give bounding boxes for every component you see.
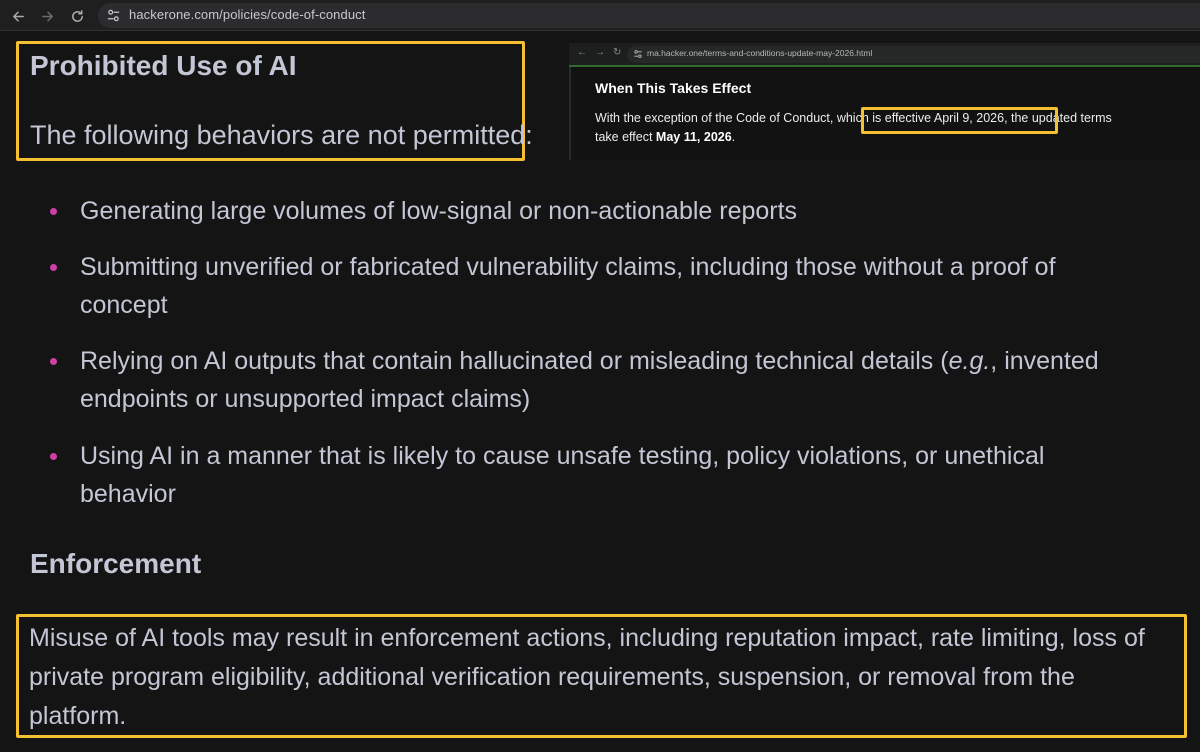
arrow-right-icon[interactable] — [36, 5, 58, 27]
bullet-marker — [50, 358, 57, 365]
inset-line2-before: take effect — [595, 130, 656, 144]
list-item: Relying on AI outputs that contain hallu… — [80, 342, 1140, 418]
inset-heading: When This Takes Effect — [595, 80, 752, 96]
inset-address-bar: ma.hacker.one/terms-and-conditions-updat… — [627, 46, 1200, 63]
tune-icon[interactable] — [106, 8, 121, 23]
inset-line2-date: May 11, 2026 — [655, 130, 732, 144]
browser-toolbar: hackerone.com/policies/code-of-conduct — [0, 0, 1200, 31]
section-title: Prohibited Use of AI — [30, 50, 297, 81]
inset-arrow-left-icon: ← — [577, 47, 587, 58]
list-item-italic: e.g. — [948, 347, 991, 375]
inset-url-text: ma.hacker.one/terms-and-conditions-updat… — [647, 48, 873, 58]
bullet-marker — [50, 453, 57, 460]
enforcement-title: Enforcement — [30, 548, 202, 579]
list-item: Submitting unverified or fabricated vuln… — [80, 253, 1056, 319]
inset-screenshot: ← → ↻ ma.hacker.one/terms-and-conditions… — [569, 43, 1200, 160]
inset-tune-icon — [634, 50, 642, 58]
enforcement-text: Misuse of AI tools may result in enforce… — [29, 624, 1145, 730]
list-item: Using AI in a manner that is likely to c… — [80, 442, 1045, 508]
url-text: hackerone.com/policies/code-of-conduct — [129, 7, 366, 22]
inset-line-2: take effect May 11, 2026. — [595, 130, 735, 144]
arrow-left-icon[interactable] — [7, 5, 29, 27]
inset-browser-bar: ← → ↻ ma.hacker.one/terms-and-conditions… — [569, 43, 1200, 67]
inset-reload-icon: ↻ — [613, 47, 622, 58]
section-intro: The following behaviors are not permitte… — [30, 120, 533, 150]
inset-line1-before: With the exception of the Code of Conduc… — [595, 111, 834, 125]
list-item: Generating large volumes of low-signal o… — [80, 197, 798, 225]
bullet-marker — [50, 208, 57, 215]
inset-divider — [569, 67, 571, 160]
inset-arrow-right-icon: → — [595, 47, 605, 58]
reload-icon[interactable] — [66, 5, 88, 27]
list-item-text: Relying on AI outputs that contain hallu… — [80, 347, 949, 375]
highlight-box-effective-date — [861, 107, 1058, 134]
bullet-marker — [50, 264, 57, 271]
inset-line2-after: . — [731, 130, 736, 144]
address-bar[interactable]: hackerone.com/policies/code-of-conduct — [98, 3, 1200, 28]
